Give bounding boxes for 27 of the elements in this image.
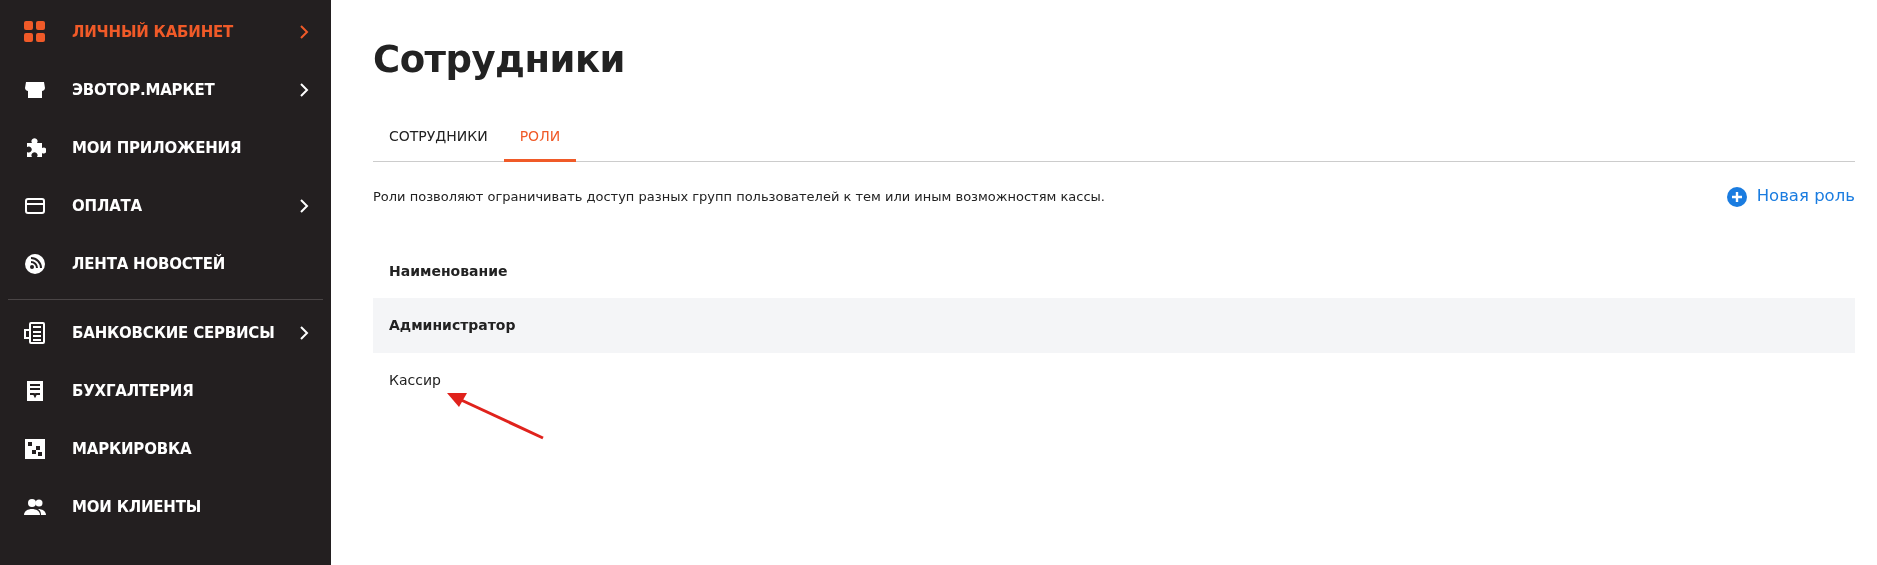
- puzzle-icon: [24, 137, 46, 159]
- card-icon: [24, 195, 46, 217]
- sidebar-item[interactable]: ЭВОТОР.МАРКЕТ: [0, 61, 331, 119]
- people-icon: [24, 496, 46, 518]
- sidebar-item[interactable]: ЛЕНТА НОВОСТЕЙ: [0, 235, 331, 293]
- sidebar-item[interactable]: МОИ ПРИЛОЖЕНИЯ: [0, 119, 331, 177]
- sidebar-item[interactable]: БУХГАЛТЕРИЯ: [0, 362, 331, 420]
- document-icon: [24, 380, 46, 402]
- rss-icon: [24, 253, 46, 275]
- plus-icon: [1726, 186, 1747, 207]
- description-text: Роли позволяют ограничивать доступ разных групп пользователей к тем или иным возможностям кассы.: [373, 188, 1105, 206]
- tab[interactable]: РОЛИ: [503, 126, 577, 163]
- new-role-button[interactable]: Новая роль: [1726, 184, 1855, 210]
- grid-icon: [24, 21, 46, 43]
- store-icon: [24, 79, 46, 101]
- matrix-code-icon: [24, 438, 46, 460]
- page-title: Сотрудники: [373, 38, 627, 83]
- sidebar-item[interactable]: ЛИЧНЫЙ КАБИНЕТ: [0, 3, 331, 61]
- terminal-icon: [24, 322, 46, 344]
- sidebar-item[interactable]: БАНКОВСКИЕ СЕРВИСЫ: [0, 304, 331, 362]
- table-row[interactable]: Администратор: [373, 298, 1855, 354]
- sidebar-item[interactable]: МАРКИРОВКА: [0, 420, 331, 478]
- sidebar-item[interactable]: ОПЛАТА: [0, 177, 331, 235]
- sidebar-item[interactable]: МОИ КЛИЕНТЫ: [0, 478, 331, 536]
- column-header: Наименование: [388, 262, 509, 282]
- tab[interactable]: СОТРУДНИКИ: [373, 126, 504, 163]
- table-row[interactable]: Кассир: [373, 353, 1855, 409]
